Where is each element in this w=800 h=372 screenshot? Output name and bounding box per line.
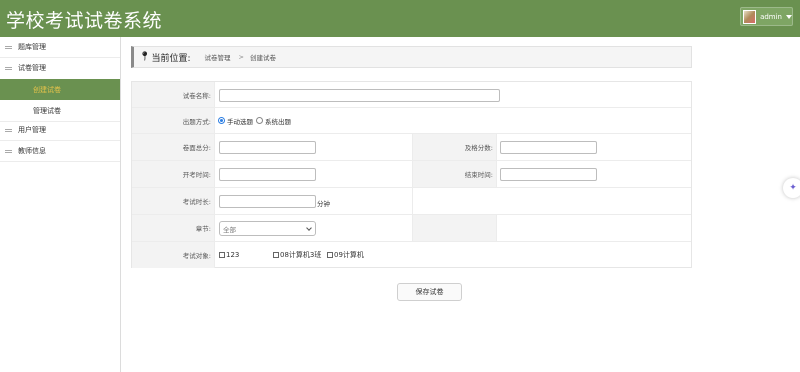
user-menu[interactable]: admin: [740, 7, 793, 26]
sparkle-icon[interactable]: ✦: [783, 178, 800, 198]
target-option-label: 123: [226, 251, 240, 259]
form-row-targets: 考试对象: 123 08计算机3班 09计算机: [132, 242, 691, 268]
checkbox[interactable]: [273, 252, 279, 258]
form-row-scores: 卷面总分: 及格分数:: [132, 134, 691, 161]
mode-manual-label: 手动选题: [227, 117, 253, 126]
breadcrumb-parent[interactable]: 试卷管理: [204, 52, 230, 62]
chapter-select-value: 全部: [223, 225, 236, 234]
avatar: [743, 9, 757, 24]
sidebar-subitem-manage-papers[interactable]: 管理试卷: [0, 100, 120, 121]
paper-name-input[interactable]: [219, 89, 500, 102]
sidebar-item-label: 题库管理: [18, 43, 46, 51]
start-time-input[interactable]: [219, 168, 316, 181]
top-bar: 学校考试试卷系统 admin: [0, 0, 800, 37]
grip-icon: [5, 128, 15, 132]
sidebar-item-label: 用户管理: [18, 126, 46, 134]
breadcrumb-separator: >: [238, 53, 244, 61]
total-score-label: 卷面总分:: [132, 134, 215, 160]
breadcrumb: 📍︎ 当前位置: 试卷管理 > 创建试卷: [131, 46, 692, 68]
sidebar-item-label: 教师信息: [18, 147, 46, 155]
chevron-down-icon: [306, 225, 312, 231]
checkbox[interactable]: [219, 252, 225, 258]
sidebar-item-question-bank[interactable]: 题库管理: [0, 37, 120, 57]
form-row-chapter: 章节: 全部: [132, 215, 691, 242]
pass-score-label: 及格分数:: [412, 134, 497, 160]
divider: [412, 188, 413, 214]
chevron-down-icon: [786, 14, 792, 19]
mode-radio-group: 手动选题 系统出题: [218, 108, 291, 133]
target-option-label: 09计算机: [334, 251, 364, 259]
sidebar-subitem-create-paper[interactable]: 创建试卷: [0, 79, 120, 100]
start-time-label: 开考时间:: [132, 161, 215, 187]
empty-cell: [412, 215, 497, 241]
chapter-select[interactable]: 全部: [219, 221, 316, 236]
location-pin-icon: 📍︎: [139, 52, 151, 62]
save-paper-button[interactable]: 保存试卷: [397, 283, 462, 301]
target-option-label: 08计算机3班: [280, 251, 322, 259]
paper-name-label: 试卷名称:: [132, 82, 215, 107]
exam-form: 试卷名称: 出题方式: 手动选题 系统出题 卷面总分: 及格分数: 开考时间: …: [131, 81, 692, 268]
app-title: 学校考试试卷系统: [6, 10, 163, 32]
grip-icon: [5, 45, 15, 49]
divider: [0, 161, 120, 162]
target-option-08cs3[interactable]: 08计算机3班: [273, 242, 321, 268]
sidebar-item-label: 试卷管理: [18, 64, 46, 72]
breadcrumb-prefix: 当前位置:: [151, 53, 191, 64]
mode-manual-radio[interactable]: [218, 117, 225, 124]
form-row-name: 试卷名称:: [132, 82, 691, 108]
sidebar-item-exam-papers[interactable]: 试卷管理: [0, 58, 120, 78]
target-option-123[interactable]: 123: [219, 242, 239, 268]
sidebar-item-users[interactable]: 用户管理: [0, 120, 120, 140]
breadcrumb-current: 创建试卷: [249, 54, 276, 62]
form-row-times: 开考时间: 结束时间:: [132, 161, 691, 188]
end-time-label: 结束时间:: [412, 161, 497, 187]
total-score-input[interactable]: [219, 141, 316, 154]
form-row-mode: 出题方式: 手动选题 系统出题: [132, 108, 691, 134]
chapter-label: 章节:: [132, 215, 215, 241]
form-row-duration: 考试时长: 分钟: [132, 188, 691, 215]
grip-icon: [5, 149, 15, 153]
duration-unit: 分钟: [317, 200, 330, 208]
end-time-input[interactable]: [500, 168, 597, 181]
sidebar: 题库管理 试卷管理 创建试卷 管理试卷 用户管理 教师信息: [0, 37, 121, 372]
mode-label: 出题方式:: [132, 108, 215, 133]
grip-icon: [5, 66, 15, 70]
duration-label: 考试时长:: [132, 188, 215, 214]
sidebar-item-teachers[interactable]: 教师信息: [0, 141, 120, 161]
mode-system-label: 系统出题: [265, 117, 291, 126]
checkbox[interactable]: [327, 252, 333, 258]
target-label: 考试对象:: [132, 242, 215, 268]
mode-system-radio[interactable]: [256, 117, 263, 124]
pass-score-input[interactable]: [500, 141, 597, 154]
user-name: admin: [760, 12, 782, 21]
target-option-09cs[interactable]: 09计算机: [327, 242, 364, 268]
duration-input[interactable]: [219, 195, 316, 208]
